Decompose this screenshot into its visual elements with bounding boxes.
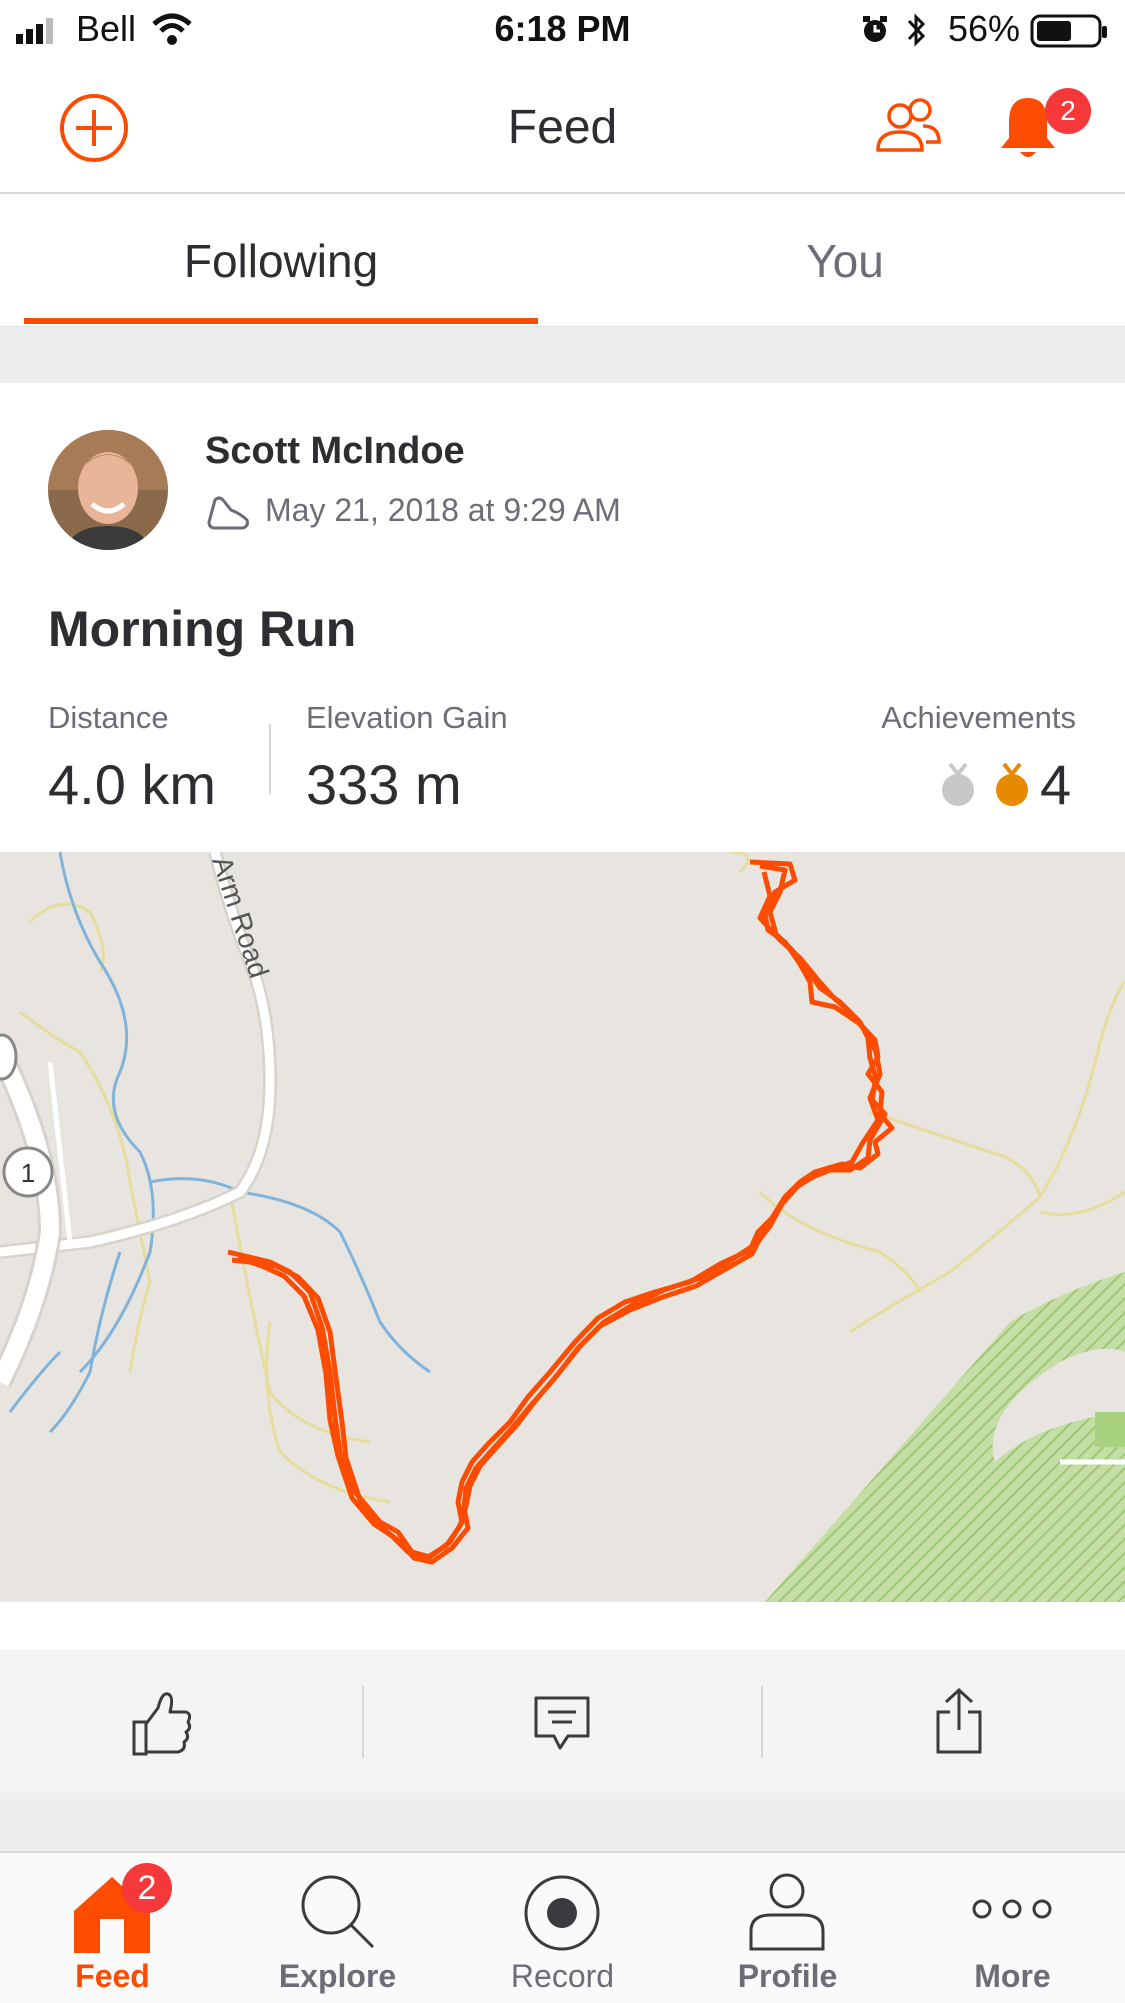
action-separator <box>362 1686 364 1758</box>
tab-feed-label: Feed <box>75 1958 150 1994</box>
route-line <box>227 859 895 1565</box>
feed-divider-bottom <box>0 1793 1125 1851</box>
elevation-value: 333 m <box>306 753 462 816</box>
activity-date: May 21, 2018 at 9:29 AM <box>265 492 621 528</box>
run-shoe-icon <box>207 496 249 530</box>
tab-more-label: More <box>974 1958 1051 1994</box>
tab-explore-label: Explore <box>278 1958 397 1994</box>
feed-divider <box>0 326 1125 383</box>
streams <box>8 852 431 1434</box>
app-header: Feed 2 <box>0 62 1125 194</box>
road-label: Arm Road <box>206 852 274 981</box>
feed-tabs: Following You <box>0 194 1125 324</box>
tab-explore[interactable]: Explore <box>225 1853 450 2003</box>
profile-icon <box>749 1873 825 1951</box>
stat-divider <box>269 724 271 794</box>
share-icon[interactable] <box>934 1686 984 1756</box>
feed-badge: 2 <box>122 1863 172 1913</box>
route-marker-label: 1 <box>21 1158 35 1188</box>
notification-badge: 2 <box>1045 88 1091 134</box>
battery-percent: 56% <box>948 8 1021 49</box>
park-area <box>765 1272 1125 1602</box>
bottom-tab-bar: 2 Feed Explore Record Profile More <box>0 1851 1125 2003</box>
alarm-icon <box>863 16 887 42</box>
status-bar: Bell 6:18 PM 56% <box>0 0 1125 62</box>
tab-more[interactable]: More <box>900 1853 1125 2003</box>
comment-icon[interactable] <box>532 1694 592 1754</box>
tab-following[interactable]: Following <box>24 234 538 288</box>
achievements-label: Achievements <box>881 700 1076 735</box>
search-icon <box>301 1875 375 1949</box>
achievements-value: 4 <box>1040 753 1072 816</box>
active-tab-indicator <box>24 318 538 324</box>
activity-map[interactable]: 1 Arm Road <box>0 852 1125 1602</box>
activity-title[interactable]: Morning Run <box>48 600 356 658</box>
thumbs-up-icon[interactable] <box>130 1688 194 1758</box>
tab-you[interactable]: You <box>588 234 1102 288</box>
silver-medal-icon <box>942 762 974 806</box>
record-icon <box>524 1875 600 1951</box>
tab-feed[interactable]: 2 Feed <box>0 1853 225 2003</box>
athlete-photo <box>48 430 168 550</box>
tab-profile[interactable]: Profile <box>675 1853 900 2003</box>
activity-actions <box>0 1650 1125 1793</box>
athlete-name[interactable]: Scott McIndoe <box>205 430 465 473</box>
action-separator <box>761 1686 763 1758</box>
bluetooth-icon <box>907 13 926 47</box>
elevation-label: Elevation Gain <box>306 700 508 735</box>
avatar[interactable] <box>48 430 168 550</box>
distance-value: 4.0 km <box>48 753 217 816</box>
more-icon <box>972 1899 1052 1919</box>
tab-record[interactable]: Record <box>450 1853 675 2003</box>
page-title: Feed <box>507 101 618 154</box>
tab-record-label: Record <box>510 1958 615 1994</box>
tab-profile-label: Profile <box>737 1958 838 1994</box>
distance-label: Distance <box>48 700 169 735</box>
map-canvas: 1 Arm Road <box>0 852 1125 1602</box>
gold-medal-icon <box>996 762 1028 806</box>
battery-icon <box>1030 14 1107 48</box>
people-icon[interactable] <box>873 96 943 156</box>
